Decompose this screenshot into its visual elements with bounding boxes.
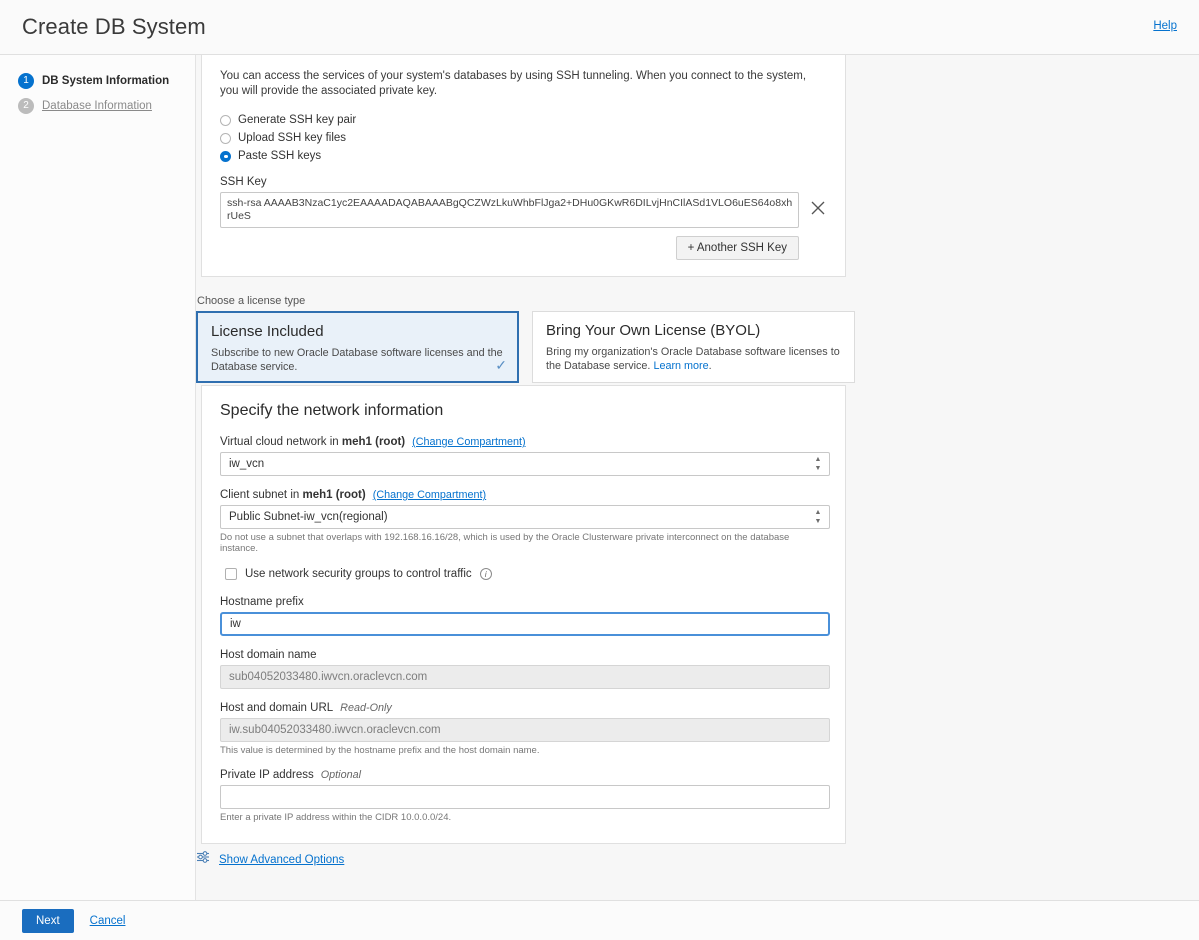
host-url-label-text: Host and domain URL bbox=[220, 702, 334, 714]
chevron-updown-icon[interactable]: ▲ ▼ bbox=[814, 509, 822, 525]
ssh-key-textarea[interactable]: ssh-rsa AAAAB3NzaC1yc2EAAAADAQABAAABgQCZ… bbox=[220, 192, 800, 228]
vcn-select-value: iw_vcn bbox=[229, 458, 265, 470]
host-and-domain-url-label: Host and domain URL Read-Only bbox=[220, 702, 827, 714]
close-icon[interactable] bbox=[809, 199, 827, 217]
hostname-prefix-label: Hostname prefix bbox=[220, 596, 304, 608]
sidebar-step-label-1: DB System Information bbox=[42, 75, 170, 87]
license-card-license-included[interactable]: License Included Subscribe to new Oracle… bbox=[196, 311, 519, 383]
check-icon: ✓ bbox=[495, 357, 507, 373]
ssh-option-label-upload[interactable]: Upload SSH key files bbox=[238, 132, 346, 144]
subnet-label-compartment: meh1 (root) bbox=[302, 489, 366, 501]
cancel-link[interactable]: Cancel bbox=[90, 915, 126, 927]
subnet-select-value: Public Subnet-iw_vcn(regional) bbox=[229, 511, 388, 523]
vcn-change-compartment-link[interactable]: (Change Compartment) bbox=[412, 436, 525, 448]
page-body: 1 DB System Information 2 Database Infor… bbox=[0, 55, 1199, 900]
license-card-list: License Included Subscribe to new Oracle… bbox=[196, 311, 856, 383]
subnet-label-text: Client subnet in meh1 (root) bbox=[220, 489, 366, 501]
sidebar-step-database-information[interactable]: 2 Database Information bbox=[18, 98, 195, 114]
ssh-key-field-row: ssh-rsa AAAAB3NzaC1yc2EAAAADAQABAAABgQCZ… bbox=[220, 192, 827, 228]
radio-paste-ssh-keys[interactable] bbox=[220, 150, 231, 162]
nsg-checkbox[interactable] bbox=[225, 568, 237, 580]
subnet-hint-text: Do not use a subnet that overlaps with 1… bbox=[220, 532, 790, 554]
next-button[interactable]: Next bbox=[22, 908, 74, 933]
network-security-groups-row[interactable]: Use network security groups to control t… bbox=[225, 568, 827, 580]
ssh-option-upload[interactable]: Upload SSH key files bbox=[220, 132, 827, 144]
ssh-option-paste[interactable]: Paste SSH keys bbox=[220, 150, 827, 162]
sidebar-step-label-2[interactable]: Database Information bbox=[42, 100, 152, 112]
sidebar-step-db-system-information[interactable]: 1 DB System Information bbox=[18, 73, 195, 89]
license-type-caption: Choose a license type bbox=[197, 295, 306, 307]
vcn-select[interactable]: iw_vcn ▲ ▼ bbox=[220, 452, 830, 476]
subnet-field-label: Client subnet in meh1 (root) (Change Com… bbox=[220, 489, 827, 501]
vcn-label-compartment: meh1 (root) bbox=[341, 436, 406, 448]
license-card-title-byol: Bring Your Own License (BYOL) bbox=[546, 322, 761, 339]
private-ip-label-text: Private IP address bbox=[220, 769, 314, 781]
ssh-key-field-label: SSH Key bbox=[220, 176, 267, 188]
private-ip-address-label: Private IP address Optional bbox=[220, 769, 827, 781]
info-icon[interactable]: i bbox=[479, 568, 492, 580]
wizard-sidebar: 1 DB System Information 2 Database Infor… bbox=[0, 55, 196, 900]
subnet-change-compartment-link[interactable]: (Change Compartment) bbox=[373, 489, 486, 501]
ssh-key-panel: You can access the services of your syst… bbox=[201, 55, 846, 277]
show-advanced-options-row[interactable]: Show Advanced Options bbox=[196, 850, 344, 869]
add-ssh-key-row: + Another SSH Key bbox=[220, 236, 827, 260]
radio-upload-ssh-key-files[interactable] bbox=[220, 132, 231, 144]
host-url-hint-text: This value is determined by the hostname… bbox=[220, 745, 540, 756]
private-ip-address-input[interactable] bbox=[220, 785, 830, 809]
window-titlebar: Create DB System Help bbox=[0, 0, 1199, 55]
private-ip-hint-text: Enter a private IP address within the CI… bbox=[220, 812, 452, 823]
main-content: You can access the services of your syst… bbox=[196, 55, 1199, 900]
license-card-byol[interactable]: Bring Your Own License (BYOL) Bring my o… bbox=[532, 311, 855, 383]
ssh-option-label-generate[interactable]: Generate SSH key pair bbox=[238, 114, 356, 126]
page-title: Create DB System bbox=[22, 14, 206, 39]
ssh-option-label-paste[interactable]: Paste SSH keys bbox=[238, 150, 321, 162]
license-card-desc-byol-tail: . bbox=[708, 360, 712, 372]
license-card-desc-included: Subscribe to new Oracle Database softwar… bbox=[211, 347, 503, 373]
wizard-footer: Next Cancel bbox=[0, 900, 1199, 940]
vcn-label-text: Virtual cloud network in meh1 (root) bbox=[220, 436, 405, 448]
host-domain-name-input[interactable]: sub04052033480.iwvcn.oraclevcn.com bbox=[220, 665, 830, 689]
host-domain-name-label: Host domain name bbox=[220, 649, 317, 661]
show-advanced-options-link[interactable]: Show Advanced Options bbox=[219, 854, 344, 866]
chevron-updown-icon[interactable]: ▲ ▼ bbox=[814, 456, 822, 472]
network-section-title: Specify the network information bbox=[220, 402, 444, 419]
license-type-section: Choose a license type License Included S… bbox=[196, 295, 856, 383]
ssh-option-generate[interactable]: Generate SSH key pair bbox=[220, 114, 827, 126]
license-card-title-included: License Included bbox=[211, 323, 324, 340]
step-number-badge-1: 1 bbox=[18, 73, 34, 89]
subnet-select[interactable]: Public Subnet-iw_vcn(regional) ▲ ▼ bbox=[220, 505, 830, 529]
license-card-desc-byol: Bring my organization's Oracle Database … bbox=[546, 345, 841, 373]
learn-more-link[interactable]: Learn more bbox=[653, 360, 708, 372]
ssh-intro-text: You can access the services of your syst… bbox=[220, 70, 807, 97]
help-link[interactable]: Help bbox=[1153, 20, 1177, 32]
ssh-option-radio-group: Generate SSH key pair Upload SSH key fil… bbox=[220, 114, 827, 162]
vcn-label-prefix: Virtual cloud network in bbox=[220, 436, 342, 448]
hostname-prefix-input[interactable]: iw bbox=[220, 612, 830, 636]
host-url-readonly-tag: Read-Only bbox=[340, 702, 392, 714]
step-number-badge-2: 2 bbox=[18, 98, 34, 114]
vcn-field-label: Virtual cloud network in meh1 (root) (Ch… bbox=[220, 436, 827, 448]
private-ip-optional-tag: Optional bbox=[320, 769, 361, 781]
host-and-domain-url-input: iw.sub04052033480.iwvcn.oraclevcn.com bbox=[220, 718, 830, 742]
subnet-label-prefix: Client subnet in bbox=[220, 489, 303, 501]
radio-generate-ssh-key-pair[interactable] bbox=[220, 114, 231, 126]
add-another-ssh-key-button[interactable]: + Another SSH Key bbox=[675, 236, 799, 260]
nsg-checkbox-label[interactable]: Use network security groups to control t… bbox=[245, 568, 472, 580]
sliders-icon bbox=[196, 850, 210, 869]
network-information-panel: Specify the network information Virtual … bbox=[201, 385, 846, 844]
